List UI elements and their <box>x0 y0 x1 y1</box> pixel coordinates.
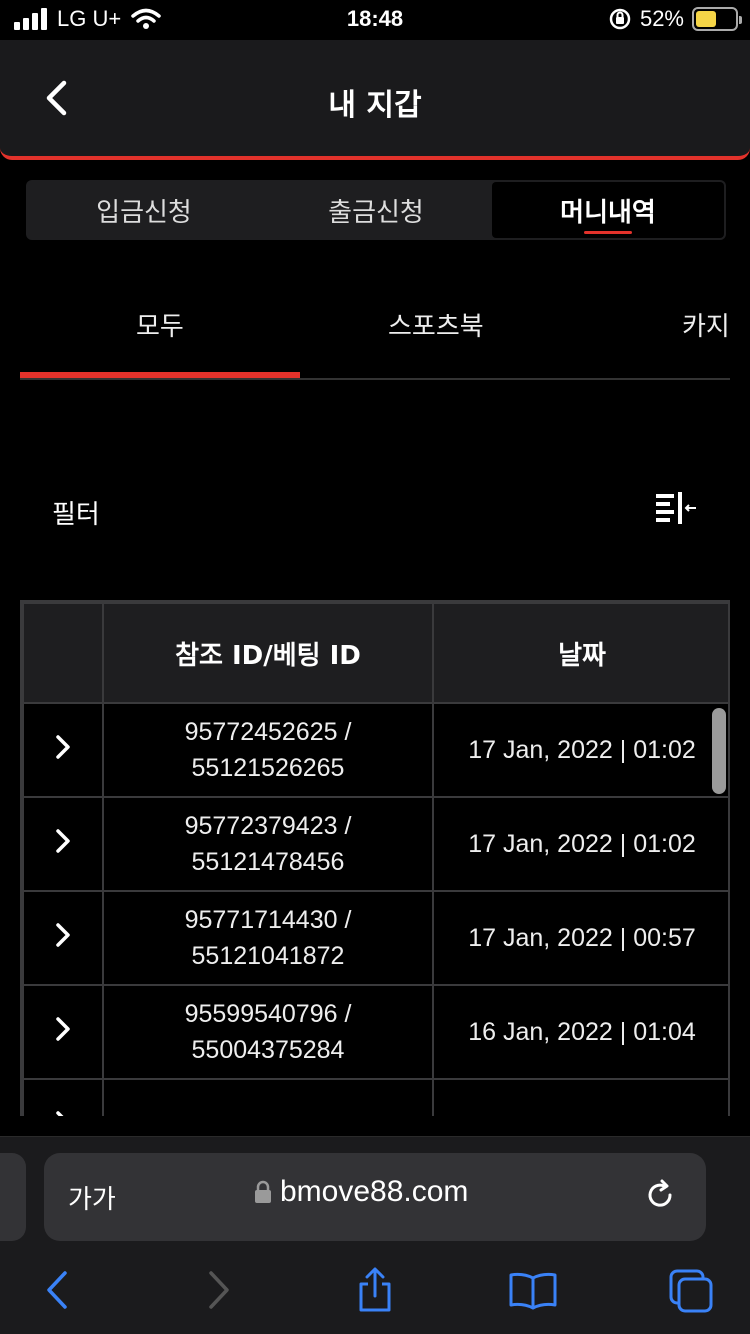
table-row[interactable]: 95599511265 / 16 Jan, 2022 | 01:04 <box>22 1078 728 1116</box>
tabs-icon <box>669 1269 713 1313</box>
ref-id: 95772379423 / <box>184 812 352 840</box>
date-cell: 17 Jan, 2022 | 00:57 <box>432 890 728 986</box>
chevron-right-icon <box>56 828 70 853</box>
battery-percent: 52% <box>639 6 684 31</box>
tab-money-history[interactable]: 머니내역 <box>492 182 724 238</box>
bet-id: 55121478456 <box>191 848 345 876</box>
ref-id: 95771714430 / <box>184 906 352 934</box>
previous-tab-preview[interactable] <box>0 1153 26 1241</box>
table-row[interactable]: 95772452625 / 55121526265 17 Jan, 2022 | … <box>22 702 728 798</box>
chevron-right-icon <box>56 922 70 947</box>
ref-id: 95599511265 / <box>104 1108 432 1116</box>
category-tabs: 모두 스포츠북 카지 <box>20 290 730 380</box>
row-expand-button[interactable] <box>22 890 104 986</box>
history-table: 참조 ID/베팅 ID 날짜 95772452625 / 55121526265 … <box>20 600 730 1116</box>
bet-id: 55004375284 <box>191 1036 345 1064</box>
back-icon <box>47 1271 67 1309</box>
chevron-right-icon <box>56 1016 70 1041</box>
category-all[interactable]: 모두 <box>136 306 184 343</box>
orientation-lock-icon <box>609 8 631 30</box>
ref-cell: 95772379423 / 55121478456 <box>102 796 434 892</box>
ref-id: 95599540796 / <box>184 1000 352 1028</box>
forward-icon <box>209 1271 229 1309</box>
row-expand-button[interactable] <box>22 1078 104 1116</box>
status-bar: LG U+ 18:48 52% <box>0 0 750 40</box>
bookmarks-icon <box>509 1272 557 1310</box>
ref-cell: 95772452625 / 55121526265 <box>102 702 434 798</box>
table-header-row: 참조 ID/베팅 ID 날짜 <box>22 602 728 704</box>
table-row[interactable]: 95772379423 / 55121478456 17 Jan, 2022 | … <box>22 796 728 892</box>
lock-icon <box>255 1180 271 1203</box>
tabs-button[interactable] <box>664 1263 718 1317</box>
date-cell: 16 Jan, 2022 | 01:04 <box>432 1078 728 1116</box>
url-text: bmove88.com <box>280 1175 469 1208</box>
table-row[interactable]: 95771714430 / 55121041872 17 Jan, 2022 | … <box>22 890 728 986</box>
bet-id: 55121526265 <box>191 754 345 782</box>
header-date: 날짜 <box>432 602 728 704</box>
page-title: 내 지갑 <box>328 88 422 123</box>
wallet-tabs: 입금신청 출금신청 머니내역 <box>26 180 726 240</box>
app-header: 내 지갑 <box>0 40 750 160</box>
header-expand <box>22 602 104 704</box>
chevron-right-icon <box>56 1110 64 1116</box>
ref-cell: 95599540796 / 55004375284 <box>102 984 434 1080</box>
chevron-right-icon <box>56 734 70 759</box>
browser-forward-button[interactable] <box>192 1263 246 1317</box>
active-category-indicator <box>20 372 300 378</box>
filter-toggle-button[interactable] <box>654 490 700 530</box>
category-casino[interactable]: 카지 <box>682 306 730 343</box>
date-cell: 16 Jan, 2022 | 01:04 <box>432 984 728 1080</box>
table-scrollbar[interactable] <box>712 708 726 794</box>
ref-cell: 95771714430 / 55121041872 <box>102 890 434 986</box>
filter-row: 필터 <box>0 490 750 534</box>
text-size-button[interactable]: 가가 <box>68 1179 116 1216</box>
ref-cell: 95599511265 / <box>102 1078 434 1116</box>
browser-toolbar <box>0 1263 750 1323</box>
header-ref-id: 참조 ID/베팅 ID <box>102 602 434 704</box>
category-sportsbook[interactable]: 스포츠북 <box>388 306 484 343</box>
share-button[interactable] <box>348 1263 402 1317</box>
reload-icon <box>648 1179 672 1207</box>
battery-icon <box>692 7 742 31</box>
bet-id: 55121041872 <box>191 942 345 970</box>
date-cell: 17 Jan, 2022 | 01:02 <box>432 796 728 892</box>
filter-label: 필터 <box>52 500 100 530</box>
browser-chrome: 가가 bmove88.com <box>0 1136 750 1334</box>
tab-deposit[interactable]: 입금신청 <box>28 182 260 238</box>
ref-id: 95772452625 / <box>184 718 352 746</box>
date-cell: 17 Jan, 2022 | 01:02 <box>432 702 728 798</box>
reload-button[interactable] <box>640 1175 680 1215</box>
row-expand-button[interactable] <box>22 702 104 798</box>
share-icon <box>359 1267 391 1312</box>
address-bar[interactable]: 가가 bmove88.com <box>44 1153 706 1241</box>
row-expand-button[interactable] <box>22 796 104 892</box>
tab-withdraw[interactable]: 출금신청 <box>260 182 492 238</box>
table-row[interactable]: 95599540796 / 55004375284 16 Jan, 2022 | … <box>22 984 728 1080</box>
bookmarks-button[interactable] <box>506 1263 560 1317</box>
browser-back-button[interactable] <box>30 1263 84 1317</box>
filter-collapse-icon <box>656 492 696 524</box>
row-expand-button[interactable] <box>22 984 104 1080</box>
